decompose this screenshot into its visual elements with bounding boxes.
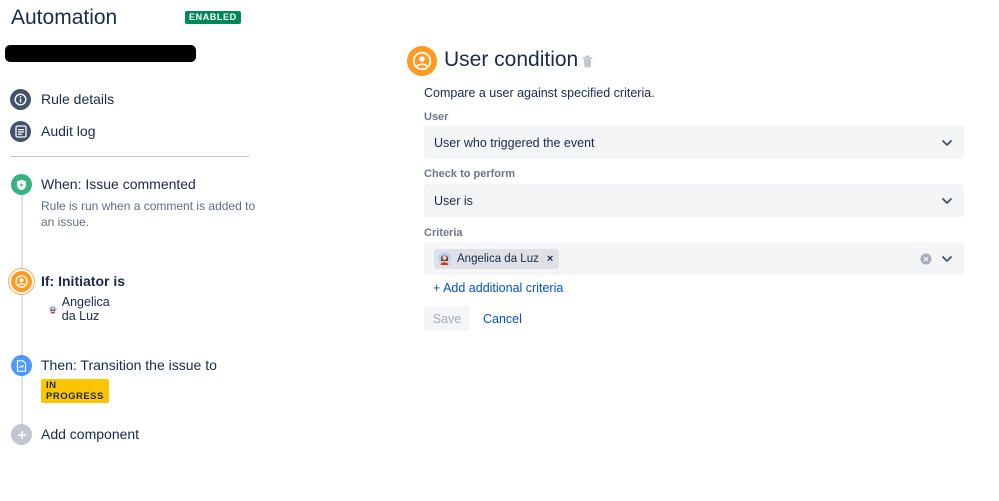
trash-icon[interactable] — [582, 55, 593, 73]
condition-user: Angelica da Luz — [49, 295, 115, 323]
status-lozenge: IN PROGRESS — [41, 379, 109, 403]
criteria-tag-label: Angelica da Luz — [457, 252, 539, 265]
condition-user-name: Angelica da Luz — [61, 295, 110, 323]
redacted-rule-name — [5, 45, 196, 62]
check-select[interactable]: User is — [424, 184, 964, 217]
sidebar-item-rule-details[interactable]: Rule details — [10, 87, 114, 111]
shield-icon — [11, 174, 32, 195]
page-title: Automation — [11, 6, 118, 29]
check-select-value: User is — [434, 193, 473, 208]
list-icon — [10, 120, 31, 142]
condition-title: If: Initiator is — [41, 273, 125, 289]
chevron-down-icon — [942, 139, 952, 146]
user-select-value: User who triggered the event — [434, 135, 595, 150]
criteria-values: Angelica da Luz × — [434, 248, 920, 269]
action-title: Then: Transition the issue to — [41, 357, 217, 373]
avatar — [438, 252, 451, 265]
sidebar-item-label: Rule details — [41, 91, 115, 107]
criteria-tag: Angelica da Luz × — [434, 248, 560, 269]
chevron-down-icon — [942, 197, 952, 204]
info-icon — [10, 88, 31, 110]
criteria-select[interactable]: Angelica da Luz × — [424, 242, 964, 275]
chevron-down-icon — [942, 255, 952, 262]
condition-label: Initiator is — [58, 273, 126, 289]
cancel-button[interactable]: Cancel — [483, 312, 522, 326]
user-select[interactable]: User who triggered the event — [424, 126, 964, 159]
save-button[interactable]: Save — [424, 306, 470, 331]
condition-prefix: If: — [41, 273, 59, 289]
add-component-label: Add component — [41, 426, 140, 442]
avatar — [49, 305, 57, 313]
trigger-title: When: Issue commented — [41, 176, 196, 192]
check-field-label: Check to perform — [424, 168, 516, 180]
panel-title: User condition — [444, 48, 579, 71]
sidebar-item-label: Audit log — [41, 123, 96, 139]
user-icon — [11, 271, 32, 292]
panel-description: Compare a user against specified criteri… — [424, 86, 655, 100]
rule-sidebar: Automation ENABLED Rule details Audit lo… — [0, 0, 260, 501]
status-badge: ENABLED — [185, 11, 241, 24]
sidebar-item-audit-log[interactable]: Audit log — [10, 119, 95, 143]
document-icon — [11, 355, 32, 376]
plus-icon — [11, 424, 32, 445]
add-criteria-link[interactable]: + Add additional criteria — [433, 281, 563, 295]
user-field-label: User — [424, 111, 449, 123]
trigger-description: Rule is run when a comment is added to a… — [41, 199, 256, 229]
timeline-connector — [21, 194, 23, 434]
clear-icon[interactable] — [920, 253, 932, 265]
criteria-field-label: Criteria — [424, 227, 463, 239]
user-icon — [407, 46, 437, 76]
tag-remove-button[interactable]: × — [547, 253, 553, 265]
divider — [10, 156, 249, 157]
